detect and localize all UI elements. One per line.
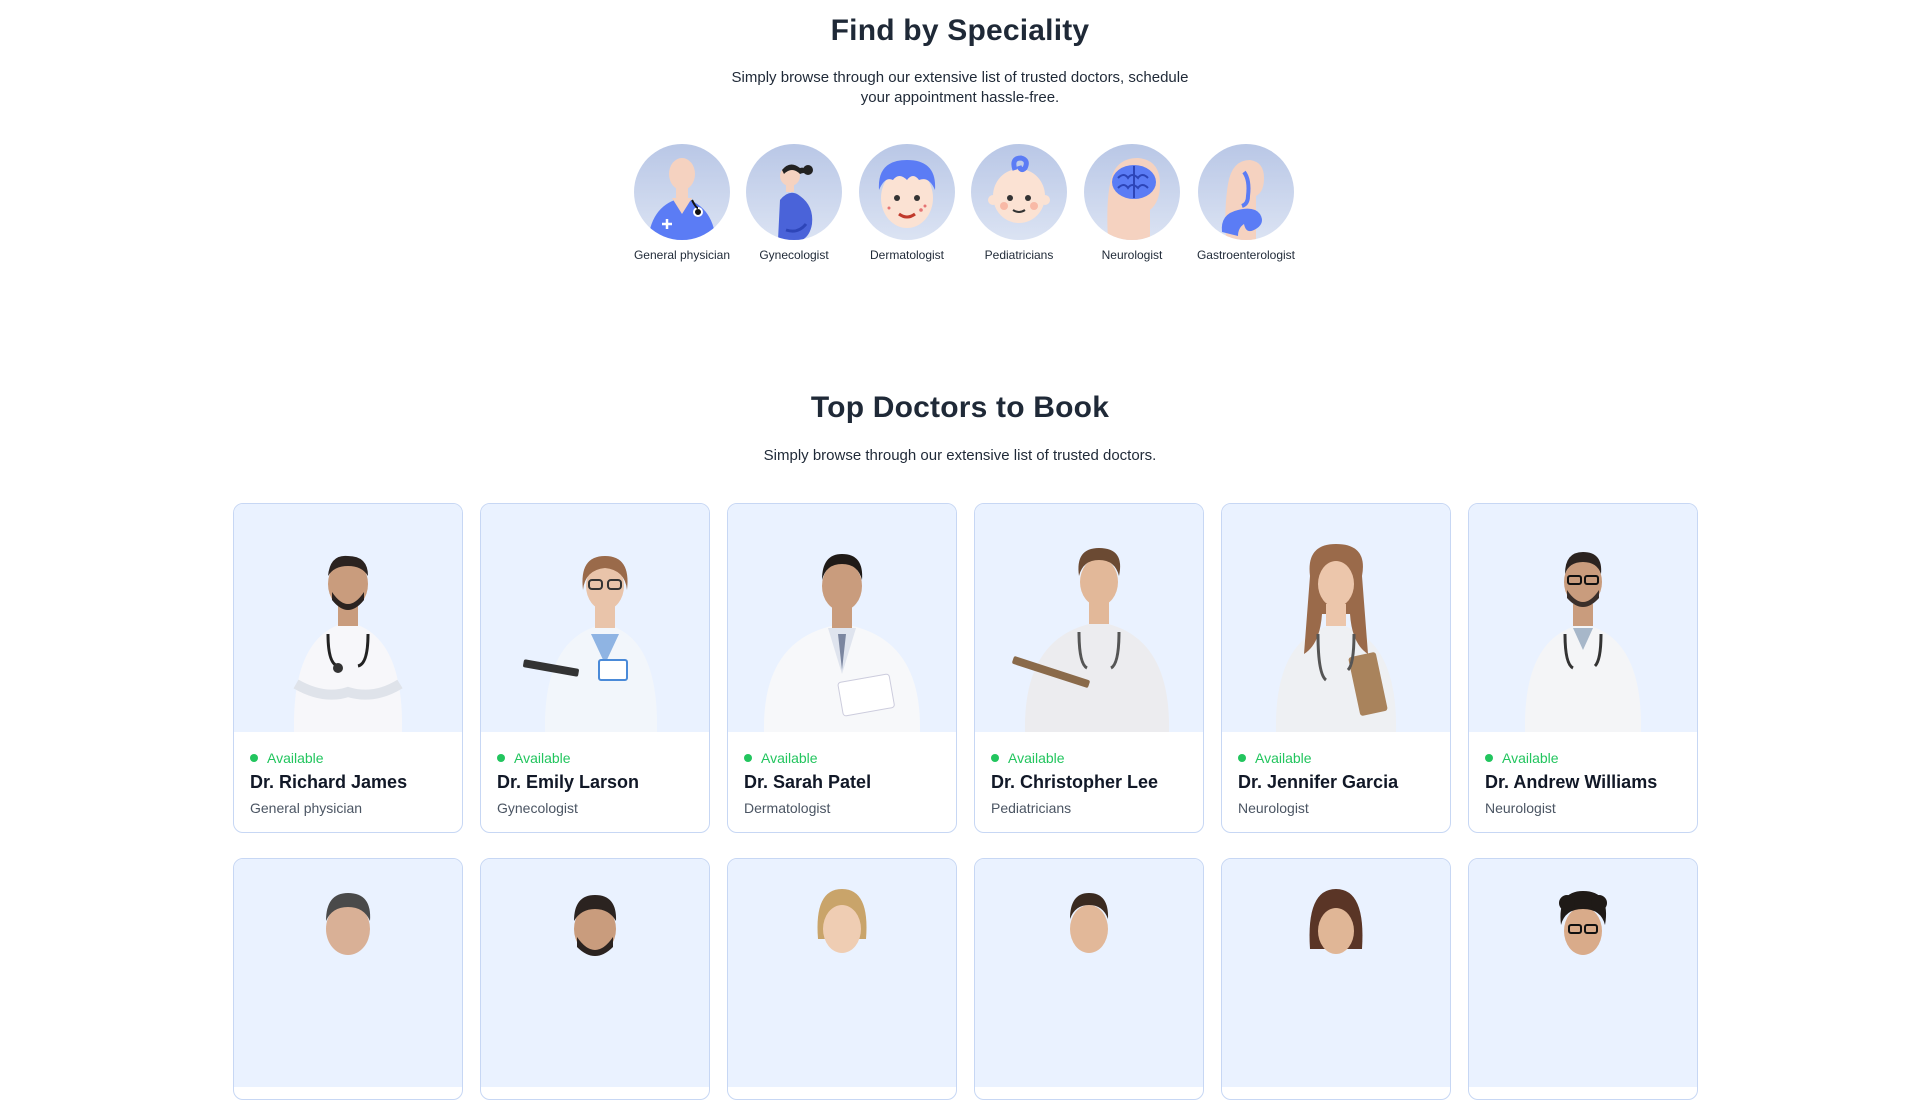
speciality-label: Gastroenterologist <box>1196 248 1296 262</box>
doctor-photo <box>481 504 709 732</box>
doctor-card[interactable]: Available Dr. Andrew Williams Neurologis… <box>1468 503 1698 833</box>
gynecologist-icon <box>746 144 842 240</box>
speciality-item-neurologist[interactable]: Neurologist <box>1067 144 1197 262</box>
doctor-name: Dr. Sarah Patel <box>744 772 872 792</box>
doctor-name: Dr. Richard James <box>250 772 408 792</box>
doctor-card[interactable]: Available Dr. Richard James General phys… <box>233 503 463 833</box>
doctor-photo <box>1469 504 1697 732</box>
doctor-card[interactable] <box>480 858 710 1100</box>
speciality-subtitle: Simply browse through our extensive list… <box>731 69 1189 106</box>
availability-status: Available <box>250 750 446 766</box>
speciality-item-dermatologist[interactable]: Dermatologist <box>842 144 972 262</box>
doctor-speciality: Neurologist <box>1238 800 1309 816</box>
speciality-item-gynecologist[interactable]: Gynecologist <box>729 144 859 262</box>
speciality-title: Find by Speciality <box>830 14 1090 47</box>
top-doctors-subtitle: Simply browse through our extensive list… <box>763 447 1157 464</box>
speciality-label: Pediatricians <box>984 248 1054 262</box>
doctor-card[interactable] <box>727 858 957 1100</box>
status-text: Available <box>514 750 571 766</box>
status-dot <box>744 754 752 762</box>
speciality-label: Dermatologist <box>869 248 945 262</box>
status-dot <box>1238 754 1246 762</box>
doctor-speciality: General physician <box>250 800 363 816</box>
status-text: Available <box>267 750 324 766</box>
availability-status: Available <box>991 750 1187 766</box>
doctor-photo <box>234 504 462 732</box>
doctor-card[interactable]: Available Dr. Christopher Lee Pediatrici… <box>974 503 1204 833</box>
doctor-card[interactable]: Available Dr. Sarah Patel Dermatologist <box>727 503 957 833</box>
speciality-item-general-physician[interactable]: General physician <box>617 144 747 262</box>
speciality-label: Gynecologist <box>759 248 829 262</box>
doctor-card[interactable] <box>1468 858 1698 1100</box>
speciality-list: General physician Gynecologist Dermatolo… <box>0 144 1920 274</box>
general-physician-icon <box>634 144 730 240</box>
doctor-photo <box>481 859 709 1087</box>
status-text: Available <box>761 750 818 766</box>
top-doctors-title: Top Doctors to Book <box>810 391 1110 424</box>
doctor-name: Dr. Andrew Williams <box>1485 772 1658 792</box>
dermatologist-icon <box>859 144 955 240</box>
speciality-label: General physician <box>633 248 731 262</box>
availability-status: Available <box>1238 750 1434 766</box>
status-dot <box>1485 754 1493 762</box>
doctor-speciality: Dermatologist <box>744 800 831 816</box>
doctor-card[interactable]: Available Dr. Emily Larson Gynecologist <box>480 503 710 833</box>
doctor-card[interactable] <box>233 858 463 1100</box>
doctor-card[interactable] <box>1221 858 1451 1100</box>
doctor-photo <box>234 859 462 1087</box>
status-dot <box>991 754 999 762</box>
doctor-photo <box>1222 859 1450 1087</box>
doctor-speciality: Pediatricians <box>991 800 1072 816</box>
neurologist-icon <box>1084 144 1180 240</box>
availability-status: Available <box>497 750 693 766</box>
availability-status: Available <box>744 750 940 766</box>
doctor-speciality: Gynecologist <box>497 800 578 816</box>
status-text: Available <box>1008 750 1065 766</box>
status-text: Available <box>1502 750 1559 766</box>
doctor-photo <box>1469 859 1697 1087</box>
status-dot <box>497 754 505 762</box>
doctor-speciality: Neurologist <box>1485 800 1556 816</box>
speciality-label: Neurologist <box>1101 248 1163 262</box>
doctor-photo <box>728 504 956 732</box>
doctor-photo <box>728 859 956 1087</box>
gastroenterologist-icon <box>1198 144 1294 240</box>
speciality-item-pediatricians[interactable]: Pediatricians <box>954 144 1084 262</box>
doctor-name: Dr. Emily Larson <box>497 772 640 792</box>
doctor-photo <box>975 859 1203 1087</box>
pediatricians-icon <box>971 144 1067 240</box>
doctor-card[interactable]: Available Dr. Jennifer Garcia Neurologis… <box>1221 503 1451 833</box>
status-dot <box>250 754 258 762</box>
doctor-photo <box>1222 504 1450 732</box>
doctor-card[interactable] <box>974 858 1204 1100</box>
doctor-name: Dr. Jennifer Garcia <box>1238 772 1399 792</box>
availability-status: Available <box>1485 750 1681 766</box>
status-text: Available <box>1255 750 1312 766</box>
doctor-name: Dr. Christopher Lee <box>991 772 1159 792</box>
speciality-item-gastroenterologist[interactable]: Gastroenterologist <box>1181 144 1311 262</box>
doctor-photo <box>975 504 1203 732</box>
